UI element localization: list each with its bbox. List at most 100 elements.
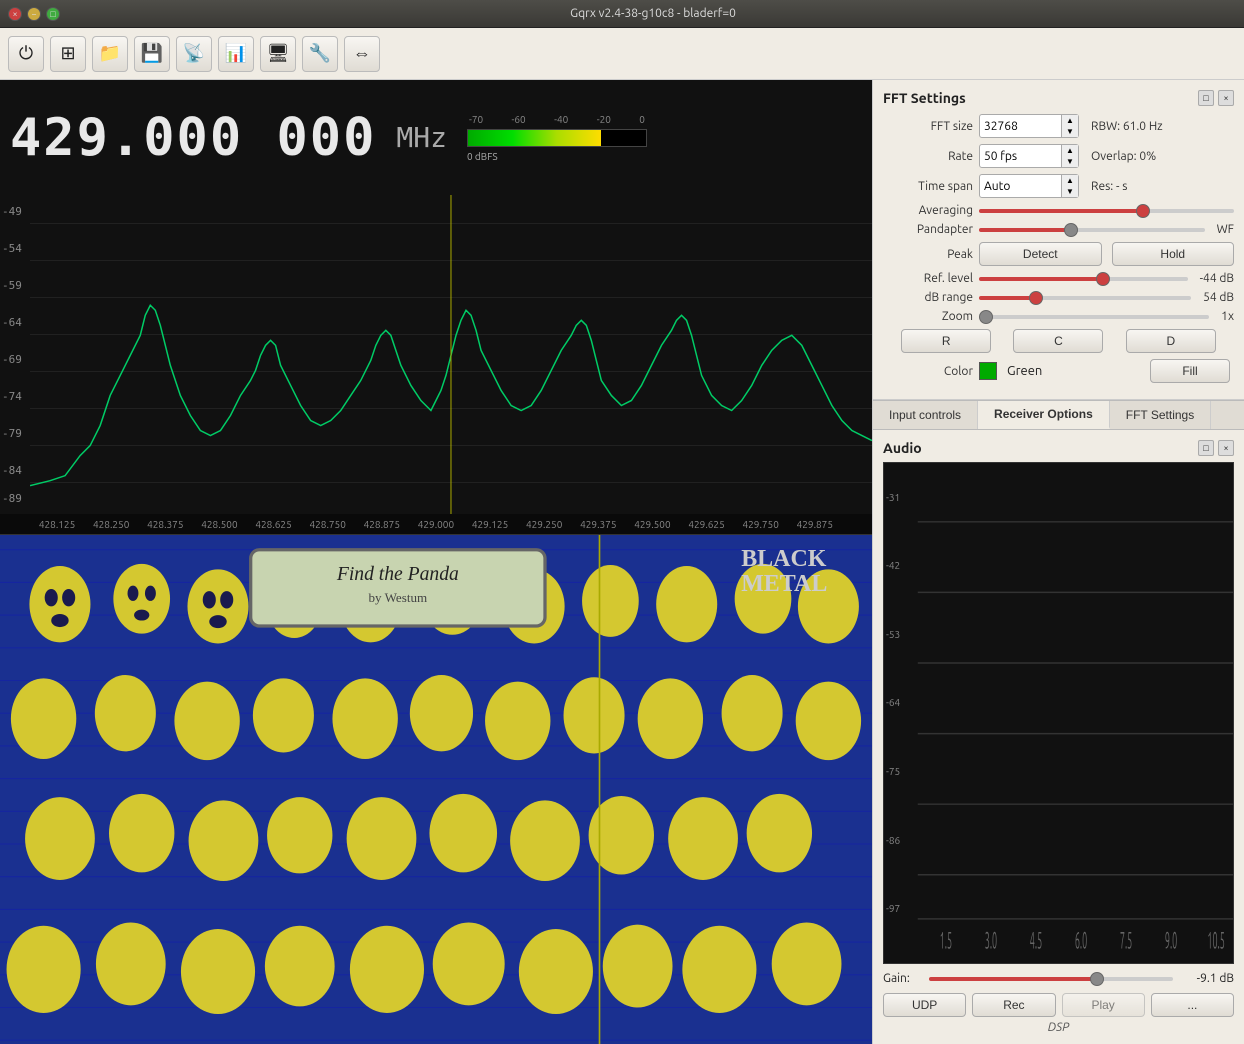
waterfall-bg: Find the Panda by Westum BLACK METAL [0,535,872,1044]
signal-bar-container [467,129,647,147]
pandapter-row: Pandapter WF [883,223,1234,236]
arrows-button[interactable]: ⇔ [344,36,380,72]
open-button[interactable]: 📁 [92,36,128,72]
audio-db-75: -75 [886,766,900,777]
rate-spinbox[interactable]: 50 fps ▲ ▼ [979,144,1079,168]
maximize-button[interactable]: □ [46,7,60,21]
peak-row: Peak Detect Hold [883,242,1234,266]
db-range-label: dB range [883,291,973,304]
tab-fft-settings[interactable]: FFT Settings [1110,401,1211,429]
ref-level-slider[interactable] [979,277,1188,281]
udp-button[interactable]: UDP [883,993,966,1017]
pandapter-slider-container [979,228,1205,232]
audio-db-31: -31 [886,492,900,503]
freq-label: 428.875 [364,519,400,530]
audio-close-button[interactable]: × [1218,440,1234,456]
overlap-value: 0% [1139,150,1156,163]
frequency-axis: 428.125 428.250 428.375 428.500 428.625 … [0,514,872,534]
detect-button[interactable]: Detect [979,242,1102,266]
zoom-value: 1x [1221,310,1234,323]
db-label-89: -89 [2,492,22,505]
power-button[interactable]: ⏻ [8,36,44,72]
fft-size-row: FFT size 32768 ▲ ▼ RBW: 61.0 Hz [883,114,1234,138]
waterfall-area: Find the Panda by Westum BLACK METAL [0,535,872,1044]
rate-up[interactable]: ▲ [1062,145,1078,156]
audio-panel-controls[interactable]: □ × [1198,440,1234,456]
audio-restore-button[interactable]: □ [1198,440,1214,456]
rate-arrows[interactable]: ▲ ▼ [1061,145,1078,167]
bottom-tabs: Input controls Receiver Options FFT Sett… [873,400,1244,430]
antenna-button[interactable]: 📡 [176,36,212,72]
fft-size-spinbox[interactable]: 32768 ▲ ▼ [979,114,1079,138]
db-label-84: -84 [2,464,22,477]
fft-settings-header: FFT Settings □ × [883,90,1234,106]
overlap-label: Overlap: 0% [1091,150,1156,163]
frequency-value[interactable]: 429.000 000 [10,108,376,168]
window-controls[interactable]: × − □ [8,7,60,21]
audio-db-97: -97 [886,903,900,914]
spectrum-area[interactable]: -49 -54 -59 -64 -69 -74 -79 -84 -89 [0,195,872,535]
db-label-54: -54 [2,242,22,255]
rate-down[interactable]: ▼ [1062,156,1078,167]
more-button[interactable]: ... [1151,993,1234,1017]
res-label: Res: - s [1091,180,1127,193]
panel-close-button[interactable]: × [1218,90,1234,106]
fft-size-up[interactable]: ▲ [1062,115,1078,126]
gain-slider[interactable] [929,977,1173,981]
panel-controls[interactable]: □ × [1198,90,1234,106]
color-label: Color [883,365,973,378]
audio-chart-svg: 1.5 3.0 4.5 6.0 7.5 9.0 10.5 [884,463,1233,963]
scale-minus60: -60 [512,114,526,125]
c-button[interactable]: C [1013,329,1103,353]
averaging-slider-container [979,209,1234,213]
db-range-slider[interactable] [979,296,1191,300]
monitor-button[interactable]: 🖥 [260,36,296,72]
audio-buttons: UDP Rec Play ... [883,993,1234,1017]
panel-restore-button[interactable]: □ [1198,90,1214,106]
svg-text:6.0: 6.0 [1075,927,1087,953]
db-label-69: -69 [2,353,22,366]
scale-0: 0 [639,114,645,125]
rec-button[interactable]: Rec [972,993,1055,1017]
ref-level-label: Ref. level [883,272,973,285]
timespan-row: Time span Auto ▲ ▼ Res: - s [883,174,1234,198]
fft-size-down[interactable]: ▼ [1062,126,1078,137]
settings-button[interactable]: 🔧 [302,36,338,72]
window-title: Gqrx v2.4-38-g10c8 - bladerf=0 [70,7,1236,20]
fft-size-value[interactable]: 32768 [980,120,1061,133]
averaging-slider[interactable] [979,209,1234,213]
play-button[interactable]: Play [1062,993,1145,1017]
audio-db-86: -86 [886,835,900,846]
tab-input-controls[interactable]: Input controls [873,401,978,429]
save-button[interactable]: 💾 [134,36,170,72]
freq-label: 429.000 [418,519,454,530]
pandapter-slider[interactable] [979,228,1205,232]
timespan-down[interactable]: ▼ [1062,186,1078,197]
fft-size-arrows[interactable]: ▲ ▼ [1061,115,1078,137]
pandapter-label: Pandapter [883,223,973,236]
d-button[interactable]: D [1126,329,1216,353]
right-panel: FFT Settings □ × FFT size 32768 ▲ ▼ RBW:… [872,80,1244,1044]
timespan-spinbox[interactable]: Auto ▲ ▼ [979,174,1079,198]
hardware-button[interactable]: ⊞ [50,36,86,72]
zoom-slider[interactable] [979,315,1209,319]
signal-scale: -70 -60 -40 -20 0 [467,114,647,125]
hold-button[interactable]: Hold [1112,242,1235,266]
color-selector[interactable]: Green [979,362,1144,380]
signal-bar-fill [468,130,602,146]
audio-chart: -31 -42 -53 -64 -75 -86 -97 [883,462,1234,964]
rate-value[interactable]: 50 fps [980,150,1061,163]
close-button[interactable]: × [8,7,22,21]
timespan-arrows[interactable]: ▲ ▼ [1061,175,1078,197]
minimize-button[interactable]: − [27,7,41,21]
audio-db-labels: -31 -42 -53 -64 -75 -86 -97 [886,463,900,943]
audio-db-42: -42 [886,560,900,571]
tab-receiver-options[interactable]: Receiver Options [978,401,1110,429]
fill-button[interactable]: Fill [1150,359,1230,383]
timespan-value[interactable]: Auto [980,180,1061,193]
svg-text:10.5: 10.5 [1207,927,1224,953]
timespan-up[interactable]: ▲ [1062,175,1078,186]
r-button[interactable]: R [901,329,991,353]
spectrum-button[interactable]: 📊 [218,36,254,72]
svg-text:1.5: 1.5 [940,927,952,953]
